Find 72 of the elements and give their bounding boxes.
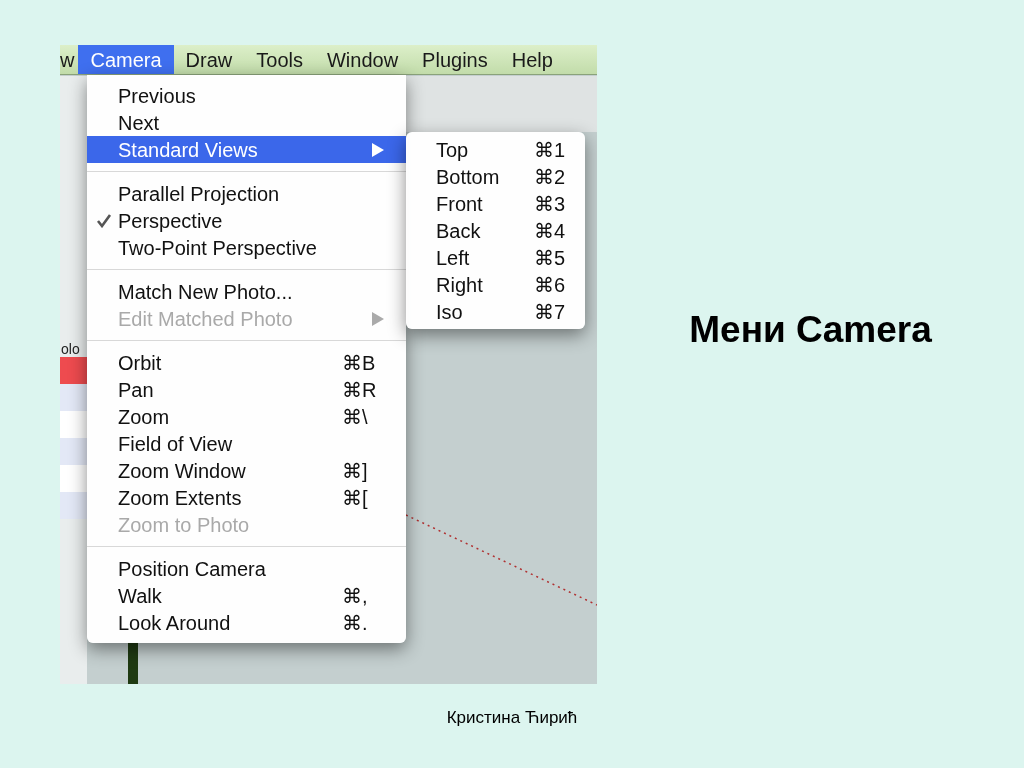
menu-label: Look Around: [118, 610, 232, 636]
menu-label: Left: [436, 245, 471, 271]
menu-label: Back: [436, 218, 482, 244]
shortcut-label: ⌘1: [533, 137, 565, 163]
menu-label: Zoom Window: [118, 458, 247, 484]
menu-label: Edit Matched Photo: [118, 306, 294, 332]
menu-item[interactable]: Pan ⌘R: [87, 376, 406, 403]
menu-item[interactable]: Help: [499, 45, 565, 74]
menu-item[interactable]: Orbit ⌘B: [87, 349, 406, 376]
shortcut-label: ⌘2: [533, 164, 565, 190]
menu-item[interactable]: Back ⌘4: [406, 217, 585, 244]
menu-item[interactable]: Zoom ⌘\: [87, 403, 406, 430]
shortcut-label: ⌘,: [342, 583, 369, 609]
menu-label: Perspective: [118, 208, 224, 234]
menu-item[interactable]: Iso ⌘7: [406, 298, 585, 325]
menu-item[interactable]: Draw: [173, 45, 245, 74]
shortcut-label: ⌘R: [342, 377, 378, 403]
menu-item[interactable]: Previous: [87, 82, 406, 109]
shortcut-label: ⌘3: [533, 191, 565, 217]
menu-label: Zoom Extents: [118, 485, 243, 511]
menu-item[interactable]: Right ⌘6: [406, 271, 585, 298]
menu-label: Standard Views: [118, 137, 259, 163]
menu-item[interactable]: Tools: [244, 45, 315, 74]
panel-label: olo: [61, 341, 80, 357]
menu-label: Walk: [118, 583, 163, 609]
shortcut-label: ⌘[: [342, 485, 369, 511]
menu-item[interactable]: Perspective: [87, 207, 406, 234]
menu-item[interactable]: Bottom ⌘2: [406, 163, 585, 190]
menu-label: Match New Photo...: [118, 279, 294, 305]
menu-item[interactable]: Look Around ⌘.: [87, 609, 406, 636]
slide-title: Мени Camera: [689, 308, 932, 352]
menu-label: Iso: [436, 299, 464, 325]
menu-item[interactable]: Position Camera: [87, 555, 406, 582]
menu-item[interactable]: Zoom Window ⌘]: [87, 457, 406, 484]
shortcut-label: ⌘5: [533, 245, 565, 271]
menu-label: Field of View: [118, 431, 234, 457]
author-name: Кристина Ћирић: [446, 707, 578, 729]
menu-item[interactable]: Standard Views: [87, 136, 406, 163]
shortcut-label: ⌘4: [533, 218, 565, 244]
menu-item[interactable]: Camera: [78, 45, 174, 74]
shortcut-label: ⌘\: [342, 404, 369, 430]
menu-label: Orbit: [118, 350, 163, 376]
menu-item[interactable]: Field of View: [87, 430, 406, 457]
menu-label: Previous: [118, 83, 197, 109]
menu-item[interactable]: Next: [87, 109, 406, 136]
shortcut-label: ⌘7: [533, 299, 565, 325]
menu-item[interactable]: Left ⌘5: [406, 244, 585, 271]
menu-label: Parallel Projection: [118, 181, 281, 207]
menu-item[interactable]: w: [60, 45, 79, 74]
menu-label: Position Camera: [118, 556, 267, 582]
menu-label: Front: [436, 191, 484, 217]
menu-item[interactable]: Parallel Projection: [87, 180, 406, 207]
menu-label: Pan: [118, 377, 155, 403]
menu-item[interactable]: Window: [314, 45, 411, 74]
menu-label: Zoom: [118, 404, 171, 430]
menu-label: Top: [436, 137, 470, 163]
shortcut-label: ⌘6: [533, 272, 565, 298]
menu-label: Next: [118, 110, 161, 136]
menu-item[interactable]: Top ⌘1: [406, 136, 585, 163]
menu-label: Two-Point Perspective: [118, 235, 318, 261]
menu-label: Right: [436, 272, 484, 298]
menu-label: Zoom to Photo: [118, 512, 251, 538]
shortcut-label: ⌘B: [342, 350, 377, 376]
menu-label: Bottom: [436, 164, 501, 190]
menu-item[interactable]: Front ⌘3: [406, 190, 585, 217]
shortcut-label: ⌘.: [342, 610, 369, 636]
menu-item[interactable]: Two-Point Perspective: [87, 234, 406, 261]
menu-item[interactable]: Walk ⌘,: [87, 582, 406, 609]
shortcut-label: ⌘]: [342, 458, 369, 484]
menu-item[interactable]: Match New Photo...: [87, 278, 406, 305]
menu-item[interactable]: Zoom Extents ⌘[: [87, 484, 406, 511]
menu-item[interactable]: Plugins: [410, 45, 500, 74]
